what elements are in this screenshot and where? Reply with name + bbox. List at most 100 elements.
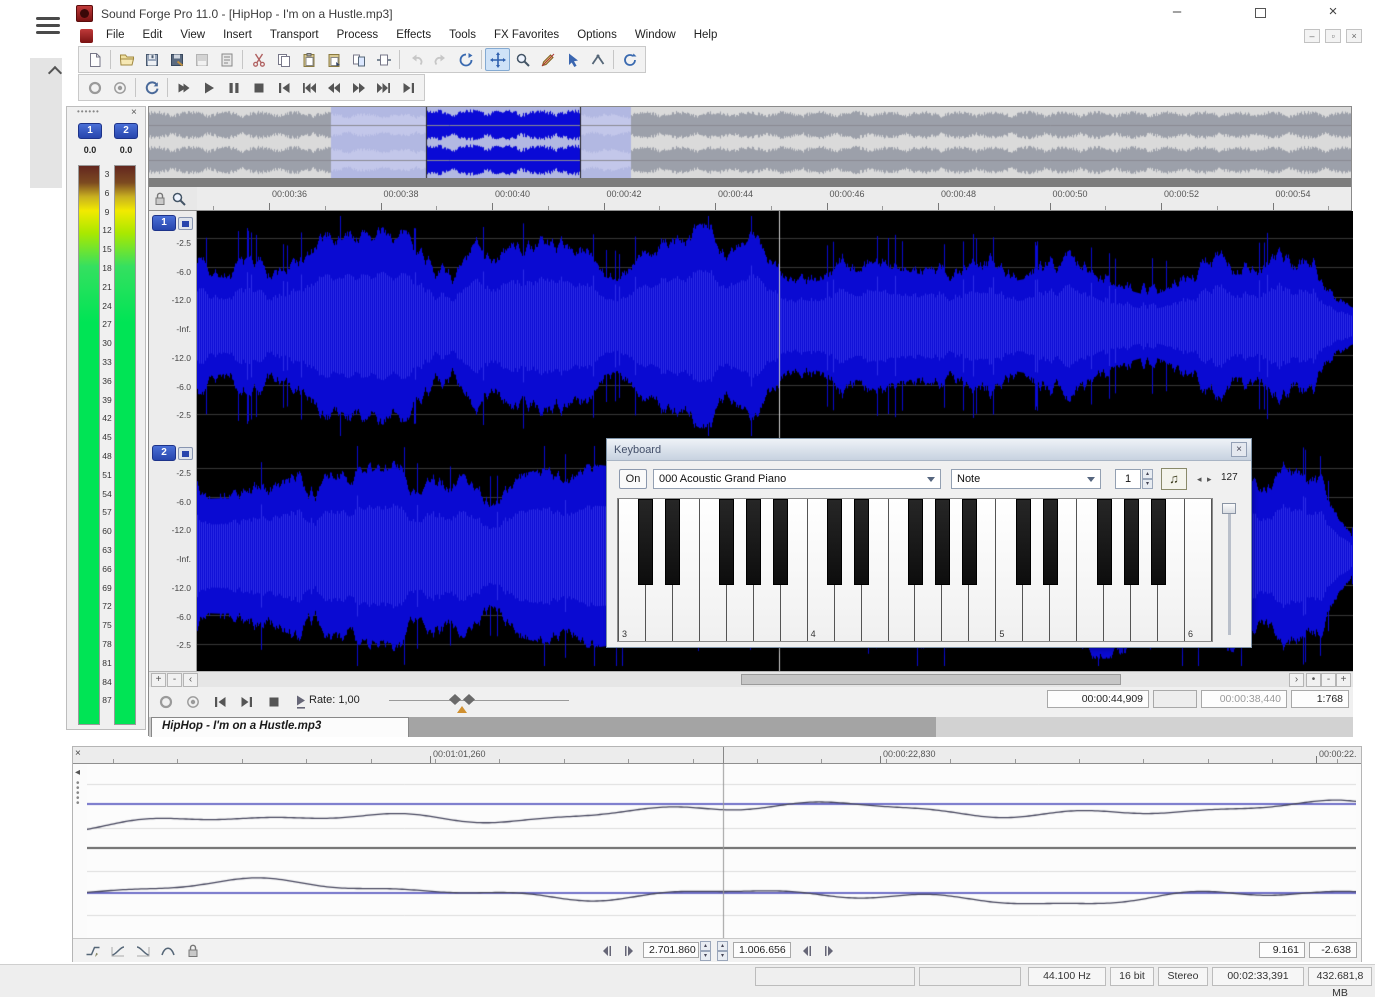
overview-waveform[interactable] bbox=[149, 107, 1351, 178]
rewind-button[interactable] bbox=[321, 76, 346, 99]
close-button[interactable]: × bbox=[1318, 4, 1348, 19]
record-button[interactable] bbox=[153, 690, 178, 713]
scroll-left-button[interactable]: ‹ bbox=[183, 673, 198, 687]
lower-timeline-ruler[interactable]: 00:01:01,26000:00:22,83000:00:22. bbox=[73, 747, 1361, 764]
lower-waveform[interactable] bbox=[87, 764, 1356, 938]
selection-start-display[interactable] bbox=[1153, 690, 1197, 708]
keyboard-close-button[interactable]: × bbox=[1231, 442, 1247, 457]
meter-channel-2-badge[interactable]: 2 bbox=[114, 123, 138, 139]
next-marker-button[interactable] bbox=[371, 76, 396, 99]
collapse-arrow-icon[interactable]: ◂ bbox=[75, 767, 80, 778]
piano-key-white-21[interactable]: 6 bbox=[1185, 499, 1212, 641]
velocity-slider-track[interactable] bbox=[1228, 507, 1231, 635]
lock-button[interactable] bbox=[183, 942, 203, 960]
stop-button[interactable] bbox=[261, 690, 286, 713]
patch-select[interactable]: 000 Acoustic Grand Piano bbox=[653, 469, 941, 489]
wave-zoom-in-button[interactable]: + bbox=[151, 673, 166, 687]
mdi-restore-button[interactable]: ▫ bbox=[1325, 29, 1341, 43]
channel-2-option-button[interactable] bbox=[178, 447, 193, 460]
hand-button[interactable] bbox=[560, 48, 585, 71]
channel-1-badge[interactable]: 1 bbox=[152, 215, 176, 231]
forward-button[interactable] bbox=[346, 76, 371, 99]
piano-key-black-0[interactable] bbox=[638, 499, 653, 585]
selection-length-value[interactable]: 2.701.860 bbox=[643, 942, 699, 958]
position-samples-value[interactable]: 1.006.656 bbox=[733, 942, 791, 958]
paste-button[interactable] bbox=[296, 48, 321, 71]
fade-both-button[interactable] bbox=[158, 942, 178, 960]
mode-select[interactable]: Note bbox=[951, 469, 1101, 489]
previous-marker-button[interactable] bbox=[296, 76, 321, 99]
selection-end-display[interactable]: 00:00:38,440 bbox=[1201, 690, 1287, 708]
envelope-button[interactable] bbox=[585, 48, 610, 71]
timeline-ruler[interactable]: 00:00:3600:00:3800:00:4000:00:4200:00:44… bbox=[197, 187, 1351, 211]
scroll-right-button[interactable]: › bbox=[1289, 673, 1304, 687]
menu-options[interactable]: Options bbox=[568, 27, 626, 43]
keyboard-titlebar[interactable]: Keyboard × bbox=[607, 439, 1251, 461]
menu-edit[interactable]: Edit bbox=[134, 27, 172, 43]
octave-value[interactable]: 1 bbox=[1115, 469, 1141, 489]
piano-key-black-10[interactable] bbox=[1016, 499, 1031, 585]
nudge-left-button[interactable] bbox=[597, 942, 617, 960]
snap-right-button[interactable] bbox=[819, 942, 839, 960]
paste-special-button[interactable] bbox=[321, 48, 346, 71]
restore-button[interactable] bbox=[1255, 8, 1266, 18]
spin-up-icon[interactable]: ▴ bbox=[1142, 469, 1153, 479]
refresh-button[interactable] bbox=[617, 48, 642, 71]
new-file-button[interactable] bbox=[82, 48, 107, 71]
menu-fx-favorites[interactable]: FX Favorites bbox=[485, 27, 568, 43]
channel-1-option-button[interactable] bbox=[178, 217, 193, 230]
copy-button[interactable] bbox=[271, 48, 296, 71]
menu-transport[interactable]: Transport bbox=[261, 27, 328, 43]
mix-button[interactable] bbox=[346, 48, 371, 71]
undo-button[interactable] bbox=[403, 48, 428, 71]
minimize-button[interactable]: – bbox=[1162, 4, 1192, 19]
piano-key-black-2[interactable] bbox=[719, 499, 734, 585]
document-tab[interactable]: HipHop - I'm on a Hustle.mp3 bbox=[151, 717, 409, 737]
mdi-minimize-button[interactable]: – bbox=[1304, 29, 1320, 43]
stop-button[interactable] bbox=[246, 76, 271, 99]
repeat-button[interactable] bbox=[453, 48, 478, 71]
play-all-button[interactable] bbox=[171, 76, 196, 99]
value2-spinner[interactable]: ▴▾ bbox=[717, 941, 728, 959]
pause-button[interactable] bbox=[221, 76, 246, 99]
snap-left-button[interactable] bbox=[797, 942, 817, 960]
menu-effects[interactable]: Effects bbox=[387, 27, 440, 43]
envelope-tool-button[interactable] bbox=[83, 942, 103, 960]
record-remote-button[interactable] bbox=[180, 690, 205, 713]
zoom-in-button[interactable]: + bbox=[1336, 673, 1351, 687]
piano-key-black-4[interactable] bbox=[773, 499, 788, 585]
go-to-start-button[interactable] bbox=[207, 690, 232, 713]
menu-view[interactable]: View bbox=[171, 27, 214, 43]
menu-window[interactable]: Window bbox=[626, 27, 685, 43]
scroll-up-button[interactable] bbox=[50, 68, 60, 78]
lower-close-button[interactable]: × bbox=[75, 748, 81, 759]
save-as-button[interactable] bbox=[164, 48, 189, 71]
pencil-button[interactable] bbox=[535, 48, 560, 71]
fade-in-button[interactable] bbox=[108, 942, 128, 960]
rate-slider-track[interactable] bbox=[389, 700, 569, 701]
properties-button[interactable] bbox=[214, 48, 239, 71]
trim-button[interactable] bbox=[371, 48, 396, 71]
piano-key-black-3[interactable] bbox=[746, 499, 761, 585]
record-remote-button[interactable] bbox=[107, 76, 132, 99]
lock-icon[interactable] bbox=[152, 191, 168, 207]
rate-slider-thumb[interactable] bbox=[449, 694, 475, 705]
play-button[interactable] bbox=[196, 76, 221, 99]
octave-spinner[interactable]: ▴ ▾ bbox=[1142, 469, 1153, 489]
piano-key-black-8[interactable] bbox=[935, 499, 950, 585]
piano-key-black-11[interactable] bbox=[1043, 499, 1058, 585]
menu-insert[interactable]: Insert bbox=[214, 27, 261, 43]
zoom-handle[interactable]: • bbox=[1306, 673, 1321, 687]
menu-help[interactable]: Help bbox=[685, 27, 727, 43]
go-to-start-button[interactable] bbox=[271, 76, 296, 99]
menu-process[interactable]: Process bbox=[328, 27, 388, 43]
save-all-button[interactable] bbox=[189, 48, 214, 71]
save-button[interactable] bbox=[139, 48, 164, 71]
magnify-button[interactable] bbox=[510, 48, 535, 71]
edit-tool-button[interactable] bbox=[485, 48, 510, 71]
hamburger-menu-icon[interactable] bbox=[36, 13, 60, 38]
loop-playback-button[interactable] bbox=[139, 76, 164, 99]
menu-tools[interactable]: Tools bbox=[440, 27, 485, 43]
piano-key-black-12[interactable] bbox=[1097, 499, 1112, 585]
meter-channel-1-badge[interactable]: 1 bbox=[78, 123, 102, 139]
